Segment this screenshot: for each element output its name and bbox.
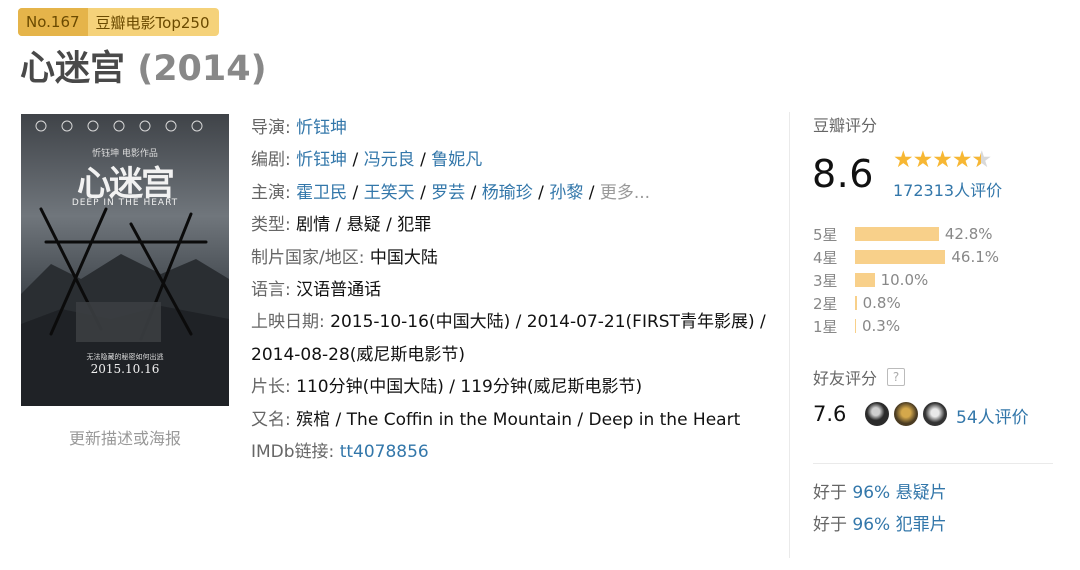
dist-bar [855, 273, 875, 287]
writer-row: 编剧: 忻钰坤 / 冯元良 / 鲁妮凡 [251, 150, 483, 171]
dist-bar [855, 250, 946, 264]
dist-label: 3星 [813, 271, 838, 290]
writer-link[interactable]: 冯元良 [364, 150, 415, 170]
imdb-row: IMDb链接: tt4078856 [251, 436, 771, 468]
top250-label: 豆瓣电影Top250 [95, 13, 210, 32]
rating-score: 8.6 [812, 152, 874, 196]
aka-row: 又名: 殡棺 / The Coffin in the Mountain / De… [251, 404, 771, 436]
half-star-icon: ★ [972, 148, 993, 172]
dist-row-4: 4星 46.1% [813, 246, 999, 268]
friend-votes-link[interactable]: 54人评价 [956, 403, 1029, 428]
language-row: 语言: 汉语普通话 [251, 274, 771, 306]
better-than-genre[interactable]: 犯罪片 [896, 515, 947, 535]
section-divider [813, 463, 1053, 464]
better-than-genre[interactable]: 悬疑片 [896, 483, 947, 503]
rating-votes-link[interactable]: 172313人评价 [893, 177, 1002, 201]
star-icon: ★ [951, 147, 973, 173]
cast-row: 主演: 霍卫民 / 王笑天 / 罗芸 / 杨瑜珍 / 孙黎 / 更多... [251, 182, 651, 203]
cast-more-link[interactable]: 更多... [600, 183, 650, 203]
country-label: 制片国家/地区: [251, 247, 365, 268]
dist-label: 4星 [813, 248, 838, 267]
runtime-label: 片长: [251, 377, 291, 398]
dist-label: 1星 [813, 317, 838, 336]
better-than-row: 好于 96% 犯罪片 [813, 510, 947, 535]
genre-label: 类型: [251, 215, 291, 236]
country-value: 中国大陆 [369, 247, 438, 268]
title-text: 心迷宫 [20, 49, 126, 89]
help-icon[interactable]: ? [887, 368, 906, 386]
poster-date: 2015.10.16 [90, 362, 160, 376]
dist-row-2: 2星 0.8% [813, 292, 901, 314]
runtime-row: 片长: 110分钟(中国大陆) / 119分钟(威尼斯电影节) [251, 371, 771, 403]
cast-link[interactable]: 孙黎 [549, 183, 583, 203]
movie-poster[interactable]: 忻钰坤 电影作品 心迷宫 DEEP IN THE HEART 无法隐藏的秘密如何… [21, 114, 229, 406]
writer-link[interactable]: 忻钰坤 [296, 150, 347, 170]
poster-tagline: 无法隐藏的秘密如何出逃 [86, 353, 164, 361]
cast-link[interactable]: 霍卫民 [296, 183, 347, 203]
director-row: 导演: 忻钰坤 [251, 112, 771, 144]
update-poster-link[interactable]: 更新描述或海报 [21, 425, 229, 449]
genre-value: 剧情 / 悬疑 / 犯罪 [296, 215, 432, 236]
rating-title: 豆瓣评分 [813, 116, 878, 135]
better-than-row: 好于 96% 悬疑片 [813, 478, 947, 503]
country-row: 制片国家/地区: 中国大陆 [251, 242, 771, 274]
avatar[interactable] [864, 401, 890, 427]
writer-label: 编剧: [251, 150, 291, 171]
language-value: 汉语普通话 [296, 280, 382, 301]
runtime-value: 110分钟(中国大陆) / 119分钟(威尼斯电影节) [296, 377, 643, 398]
dist-row-1: 1星 0.3% [813, 315, 900, 337]
avatar[interactable] [893, 401, 919, 427]
top250-badge[interactable]: No.167 豆瓣电影Top250 [18, 8, 219, 36]
cast-link[interactable]: 杨瑜珍 [482, 183, 533, 203]
column-divider [789, 112, 790, 558]
aka-value: 殡棺 / The Coffin in the Mountain / Deep i… [296, 409, 741, 430]
cast-link[interactable]: 王笑天 [364, 183, 415, 203]
language-label: 语言: [251, 280, 291, 301]
dist-row-3: 3星 10.0% [813, 269, 928, 291]
star-icon: ★ [912, 147, 934, 173]
dist-percent: 10.0% [880, 271, 929, 289]
dist-bar [855, 227, 939, 241]
movie-info: 导演: 忻钰坤 编剧: 忻钰坤 / 冯元良 / 鲁妮凡 主演: 霍卫民 / 王笑… [251, 112, 771, 468]
dist-percent: 42.8% [944, 225, 993, 243]
title-year: (2014) [137, 49, 267, 89]
rating-stars: ★★★★★ [893, 147, 993, 173]
movie-title: 心迷宫 (2014) [20, 40, 267, 91]
release-label: 上映日期: [251, 312, 325, 333]
director-label: 导演: [251, 118, 291, 138]
director-link[interactable]: 忻钰坤 [296, 118, 347, 138]
aka-label: 又名: [251, 409, 291, 430]
dist-percent: 0.3% [862, 317, 901, 335]
dist-label: 2星 [813, 294, 838, 313]
dist-row-5: 5星 42.8% [813, 223, 993, 245]
better-than-percent[interactable]: 96% [852, 483, 890, 503]
friend-avatars [864, 401, 951, 427]
star-icon: ★ [932, 147, 953, 173]
dist-bar [855, 296, 857, 310]
friend-rating-title: 好友评分 ? [813, 365, 906, 389]
friend-score: 7.6 [813, 402, 847, 426]
cast-link[interactable]: 罗芸 [431, 183, 465, 203]
poster-subtitle: DEEP IN THE HEART [71, 198, 179, 208]
imdb-label: IMDb链接: [251, 442, 335, 463]
avatar[interactable] [922, 401, 948, 427]
friend-rating-label: 好友评分 [813, 369, 878, 388]
star-icon: ★ [893, 147, 914, 173]
writer-link[interactable]: 鲁妮凡 [431, 150, 482, 170]
rank-number: No.167 [18, 8, 88, 36]
release-value: 2015-10-16(中国大陆) / 2014-07-21(FIRST青年影展)… [251, 312, 766, 365]
dist-bar [855, 319, 856, 333]
dist-percent: 0.8% [862, 294, 901, 312]
release-row: 上映日期: 2015-10-16(中国大陆) / 2014-07-21(FIRS… [251, 306, 771, 371]
dist-percent: 46.1% [951, 248, 1000, 266]
cast-label: 主演: [251, 182, 291, 203]
better-than-prefix: 好于 [813, 483, 847, 503]
better-than-percent[interactable]: 96% [852, 515, 890, 535]
better-than-prefix: 好于 [813, 515, 847, 535]
imdb-link[interactable]: tt4078856 [340, 442, 429, 462]
dist-label: 5星 [813, 225, 838, 244]
genre-row: 类型: 剧情 / 悬疑 / 犯罪 [251, 209, 771, 241]
